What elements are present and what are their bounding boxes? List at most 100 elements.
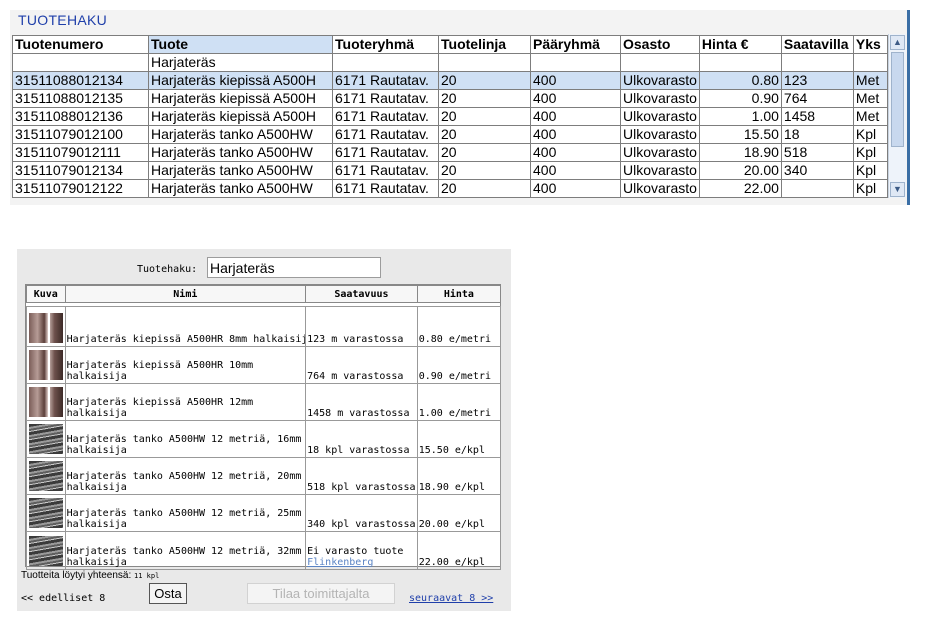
product-availability: 18 kpl varastossa — [305, 420, 418, 458]
product-name: Harjateräs kiepissä A500HR 8mm halkaisij… — [64, 306, 307, 347]
cell-tuote: Harjateräs kiepissä A500H — [148, 71, 333, 90]
cell-tuoteryhma: 6171 Rautatav. — [332, 125, 439, 144]
cell-tuoteryhma: 6171 Rautatav. — [332, 89, 439, 108]
cell-tuote: Harjateräs tanko A500HW — [148, 161, 333, 180]
column-header-tuotenumero[interactable]: Tuotenumero — [12, 35, 149, 54]
buy-button[interactable]: Osta — [149, 583, 187, 604]
filter-cell[interactable] — [780, 53, 854, 72]
order-from-supplier-button[interactable]: Tilaa toimittajalta — [247, 583, 395, 604]
cell-tuote: Harjateräs kiepissä A500H — [148, 107, 333, 126]
cell-saatavilla — [780, 179, 854, 198]
product-name: Harjateräs kiepissä A500HR 10mm halkaisi… — [64, 346, 307, 384]
scrollbar-thumb[interactable] — [891, 52, 904, 147]
next-page-link[interactable]: seuraavat 8 >> — [409, 593, 493, 604]
arrow-up-icon[interactable]: ▲ — [890, 35, 905, 50]
grid-header-row: Tuotenumero Tuote Tuoteryhmä Tuotelinja … — [12, 35, 888, 54]
table-row[interactable]: 31511088012135 Harjateräs kiepissä A500H… — [12, 89, 888, 108]
search-label: Tuotehaku: — [137, 264, 198, 275]
list-item[interactable]: Harjateräs kiepissä A500HR 10mm halkaisi… — [26, 346, 502, 384]
table-row[interactable]: 31511079012122 Harjateräs tanko A500HW 6… — [12, 179, 888, 198]
results-count-value: 11 kpl — [134, 572, 160, 580]
column-header-tuote[interactable]: Tuote — [148, 35, 333, 54]
product-name: Harjateräs tanko A500HW 12 metriä, 16mm … — [64, 420, 307, 458]
cell-tuoteryhma: 6171 Rautatav. — [332, 161, 439, 180]
filter-cell[interactable] — [12, 53, 149, 72]
cell-tuotenumero: 31511079012111 — [12, 143, 149, 162]
filter-cell-tuote[interactable]: Harjateräs — [148, 53, 333, 72]
list-item[interactable]: Harjateräs kiepissä A500HR 12mm halkaisi… — [26, 383, 502, 421]
product-search-grid: TUOTEHAKU Tuotenumero Tuote Tuoteryhmä T… — [10, 10, 910, 205]
list-item[interactable]: Harjateräs tanko A500HW 12 metriä, 25mm … — [26, 494, 502, 532]
cell-saatavilla: 18 — [780, 125, 854, 144]
column-header-tuotelinja[interactable]: Tuotelinja — [438, 35, 531, 54]
table-row[interactable]: 31511088012136 Harjateräs kiepissä A500H… — [12, 107, 888, 126]
filter-cell[interactable] — [332, 53, 439, 72]
list-item[interactable]: Harjateräs kiepissä A500HR 8mm halkaisij… — [26, 306, 502, 347]
product-price: 18.90 e/kpl — [416, 457, 502, 495]
cell-tuoteryhma: 6171 Rautatav. — [332, 143, 439, 162]
cell-tuotelinja: 20 — [438, 179, 531, 198]
cell-paaryhma: 400 — [530, 71, 621, 90]
cell-hinta: 1.00 — [698, 107, 782, 126]
filter-cell[interactable] — [530, 53, 621, 72]
cell-tuotenumero: 31511079012122 — [12, 179, 149, 198]
arrow-down-icon[interactable]: ▼ — [890, 182, 905, 197]
filter-cell[interactable] — [698, 53, 782, 72]
cell-osasto: Ulkovarasto — [620, 107, 700, 126]
product-name: Harjateräs tanko A500HW 12 metriä, 25mm … — [64, 494, 307, 532]
cell-yks: Kpl — [852, 161, 888, 180]
filter-cell[interactable] — [438, 53, 531, 72]
cell-tuotelinja: 20 — [438, 89, 531, 108]
product-availability: 340 kpl varastossa — [305, 494, 418, 532]
list-item[interactable]: Harjateräs tanko A500HW 12 metriä, 16mm … — [26, 420, 502, 458]
cell-hinta: 22.00 — [698, 179, 782, 198]
grid-filter-row: Harjateräs — [12, 53, 888, 72]
cell-osasto: Ulkovarasto — [620, 179, 700, 198]
cell-saatavilla: 123 — [780, 71, 854, 90]
cell-tuotenumero: 31511079012100 — [12, 125, 149, 144]
grid-scrollbar[interactable]: ▲ ▼ — [888, 34, 906, 198]
product-availability: 764 m varastossa — [305, 346, 418, 384]
previous-page-link[interactable]: << edelliset 8 — [21, 593, 105, 604]
column-header-hinta[interactable]: Hinta € — [698, 35, 782, 54]
product-availability: 518 kpl varastossa — [305, 457, 418, 495]
column-header-yks[interactable]: Yks — [852, 35, 888, 54]
table-row[interactable]: 31511088012134 Harjateräs kiepissä A500H… — [12, 71, 888, 90]
supplier-link[interactable]: Flinkenberg — [307, 557, 373, 568]
table-row[interactable]: 31511079012100 Harjateräs tanko A500HW 6… — [12, 125, 888, 144]
column-header-tuoteryhma[interactable]: Tuoteryhmä — [332, 35, 439, 54]
results-table: Kuva Nimi Saatavuus Hinta Harjateräs kie… — [26, 285, 502, 570]
rebar-coil-image — [28, 387, 63, 417]
search-input[interactable] — [207, 257, 381, 278]
cell-tuote: Harjateräs kiepissä A500H — [148, 89, 333, 108]
cell-saatavilla: 764 — [780, 89, 854, 108]
cell-yks: Met — [852, 71, 888, 90]
cell-tuote: Harjateräs tanko A500HW — [148, 125, 333, 144]
cell-tuoteryhma: 6171 Rautatav. — [332, 179, 439, 198]
product-price: 20.00 e/kpl — [416, 494, 502, 532]
list-item[interactable]: Harjateräs tanko A500HW 12 metriä, 32mm … — [26, 531, 502, 570]
list-item[interactable]: Harjateräs tanko A500HW 12 metriä, 20mm … — [26, 457, 502, 495]
column-header-paaryhma[interactable]: Pääryhmä — [530, 35, 621, 54]
grid-title: TUOTEHAKU — [18, 12, 108, 28]
filter-cell[interactable] — [620, 53, 700, 72]
cell-osasto: Ulkovarasto — [620, 161, 700, 180]
filter-cell[interactable] — [852, 53, 888, 72]
cell-tuotenumero: 31511088012134 — [12, 71, 149, 90]
availability-text: Ei varasto tuote — [307, 546, 404, 557]
table-row[interactable]: 31511079012134 Harjateräs tanko A500HW 6… — [12, 161, 888, 180]
cell-tuote: Harjateräs tanko A500HW — [148, 143, 333, 162]
column-header-saatavilla[interactable]: Saatavilla — [780, 35, 854, 54]
results-header-row: Kuva Nimi Saatavuus Hinta — [26, 285, 502, 303]
product-search-form: Tuotehaku: Kuva Nimi Saatavuus Hinta Har… — [17, 249, 511, 611]
rebar-bundle-image — [28, 536, 63, 566]
column-header-osasto[interactable]: Osasto — [620, 35, 700, 54]
product-price: 0.80 e/metri — [416, 306, 502, 347]
cell-hinta: 15.50 — [698, 125, 782, 144]
cell-paaryhma: 400 — [530, 125, 621, 144]
cell-tuotenumero: 31511088012135 — [12, 89, 149, 108]
cell-tuotenumero: 31511079012134 — [12, 161, 149, 180]
product-price: 1.00 e/metri — [416, 383, 502, 421]
table-row[interactable]: 31511079012111 Harjateräs tanko A500HW 6… — [12, 143, 888, 162]
rebar-bundle-image — [28, 461, 63, 491]
